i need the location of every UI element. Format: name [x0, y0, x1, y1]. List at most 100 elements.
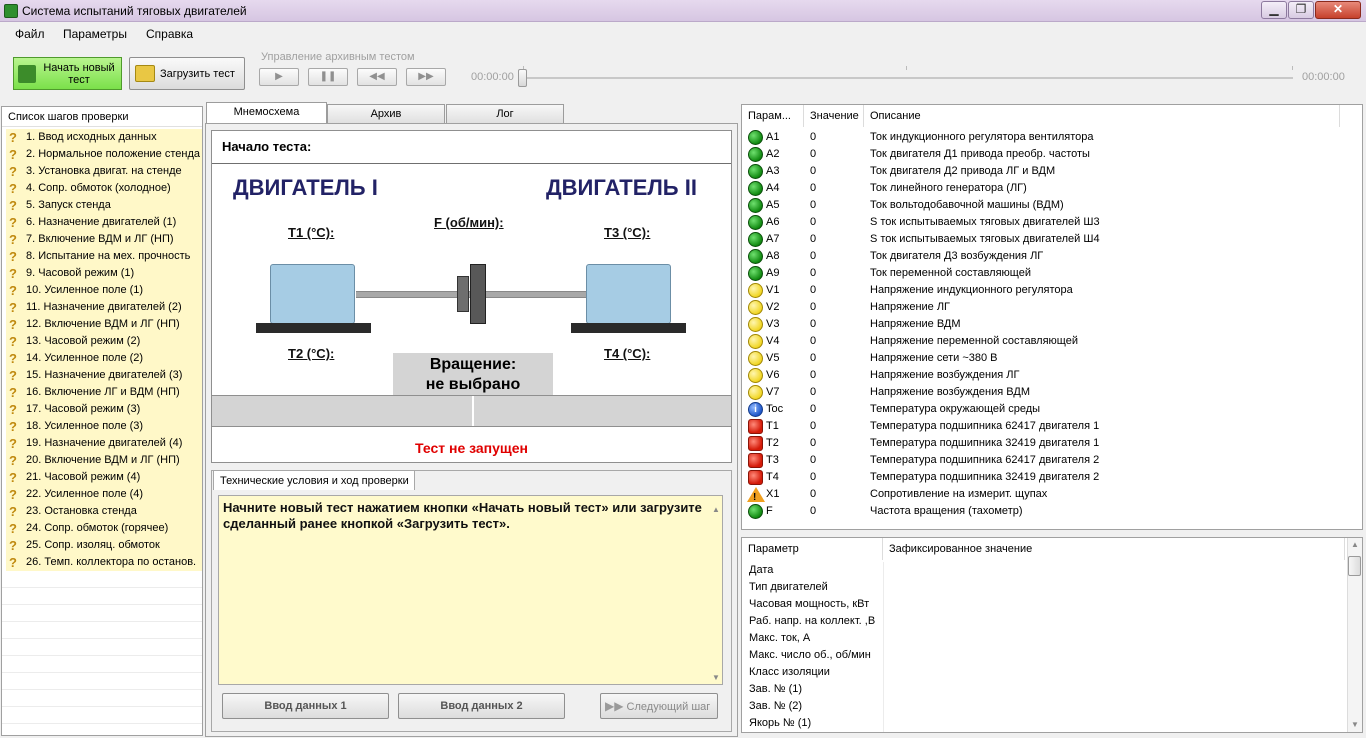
step-item[interactable]: ? 11. Назначение двигателей (2)	[6, 299, 202, 316]
param-row[interactable]: A7 0 S ток испытываемых тяговых двигателей…	[742, 231, 1340, 248]
param-row[interactable]: V5 0 Напряжение сети ~380 В	[742, 350, 1340, 367]
menu-bar: Файл Параметры Справка	[0, 22, 1366, 44]
step-item[interactable]: ? 6. Назначение двигателей (1)	[6, 214, 202, 231]
param-row[interactable]: V7 0 Напряжение возбуждения ВДМ	[742, 384, 1340, 401]
yellow-status-icon	[748, 300, 763, 315]
step-item[interactable]: ? 12. Включение ВДМ и ЛГ (НП)	[6, 316, 202, 333]
load-test-button[interactable]: Загрузить тест	[129, 57, 245, 90]
param-row[interactable]: A9 0 Ток переменной составляющей	[742, 265, 1340, 282]
fixed-row[interactable]: Дата	[742, 562, 1345, 579]
param-row[interactable]: A6 0 S ток испытываемых тяговых двигателей…	[742, 214, 1340, 231]
data-entry-2-button[interactable]: Ввод данных 2	[398, 693, 565, 719]
param-row[interactable]: F 0 Частота вращения (тахометр)	[742, 503, 1340, 520]
param-name: V2	[766, 301, 780, 313]
scroll-down-icon[interactable]: ▼	[1351, 720, 1359, 729]
tab-archive[interactable]: Архив	[327, 104, 445, 123]
step-item[interactable]: ? 26. Темп. коллектора по останов.	[6, 554, 202, 571]
minimize-button[interactable]: ▁	[1261, 1, 1287, 19]
step-item[interactable]: ? 22. Усиленное поле (4)	[6, 486, 202, 503]
param-row[interactable]: T3 0 Температура подшипника 62417 двигател…	[742, 452, 1340, 469]
step-item[interactable]: ? 4. Сопр. обмоток (холодное)	[6, 180, 202, 197]
step-item[interactable]: ? 17. Часовой режим (3)	[6, 401, 202, 418]
menu-file[interactable]: Файл	[15, 27, 45, 41]
param-row[interactable]: V4 0 Напряжение переменной составляющей	[742, 333, 1340, 350]
menu-parameters[interactable]: Параметры	[63, 27, 127, 41]
params-body: A1 0 Ток индукционного регулятора вентилят…	[742, 105, 1362, 529]
param-row[interactable]: V6 0 Напряжение возбуждения ЛГ	[742, 367, 1340, 384]
forward-button[interactable]: ▶▶	[406, 68, 446, 86]
param-row[interactable]: V2 0 Напряжение ЛГ	[742, 299, 1340, 316]
archive-slider-thumb[interactable]	[518, 69, 527, 87]
data-entry-1-button[interactable]: Ввод данных 1	[222, 693, 389, 719]
next-step-button[interactable]: ▶▶ Следующий шаг	[600, 693, 718, 719]
fixed-row[interactable]: Макс. ток, А	[742, 630, 1345, 647]
param-value: 0	[810, 386, 817, 398]
fixed-row[interactable]: Якорь № (1)	[742, 715, 1345, 732]
step-item[interactable]: ? 19. Назначение двигателей (4)	[6, 435, 202, 452]
step-item[interactable]: ? 25. Сопр. изоляц. обмоток	[6, 537, 202, 554]
cell-divider	[883, 613, 884, 630]
step-item[interactable]: ? 10. Усиленное поле (1)	[6, 282, 202, 299]
step-item[interactable]: ? 3. Установка двигат. на стенде	[6, 163, 202, 180]
step-item[interactable]: ? 14. Усиленное поле (2)	[6, 350, 202, 367]
param-row[interactable]: A8 0 Ток двигателя Д3 возбуждения ЛГ	[742, 248, 1340, 265]
scroll-up-icon[interactable]: ▲	[712, 502, 720, 518]
scroll-thumb[interactable]	[1348, 556, 1361, 576]
scroll-down-icon[interactable]: ▼	[712, 670, 720, 686]
step-label: 2. Нормальное положение стенда	[26, 148, 200, 160]
param-row[interactable]: A5 0 Ток вольтодобавочной машины (ВДМ)	[742, 197, 1340, 214]
tech-tab[interactable]: Технические условия и ход проверки	[213, 470, 415, 490]
param-row[interactable]: V3 0 Напряжение ВДМ	[742, 316, 1340, 333]
fixed-row[interactable]: Зав. № (2)	[742, 698, 1345, 715]
rewind-button[interactable]: ◀◀	[357, 68, 397, 86]
fixed-row[interactable]: Тип двигателей	[742, 579, 1345, 596]
new-test-button[interactable]: Начать новый тест	[13, 57, 122, 90]
red-alarm-icon	[748, 419, 763, 434]
step-item[interactable]: ? 23. Остановка стенда	[6, 503, 202, 520]
param-row[interactable]: V1 0 Напряжение индукционного регулятора	[742, 282, 1340, 299]
param-value: 0	[810, 471, 817, 483]
step-item[interactable]: ? 9. Часовой режим (1)	[6, 265, 202, 282]
param-row[interactable]: i Toc 0 Температура окружающей среды	[742, 401, 1340, 418]
step-item[interactable]: ? 1. Ввод исходных данных	[6, 129, 202, 146]
tab-mnemo[interactable]: Мнемосхема	[206, 102, 327, 123]
param-row[interactable]: A2 0 Ток двигателя Д1 привода преобр. част…	[742, 146, 1340, 163]
play-button[interactable]: ▶	[259, 68, 299, 86]
pause-button[interactable]: ❚❚	[308, 68, 348, 86]
cell-divider	[883, 562, 884, 579]
step-item[interactable]: ? 5. Запуск стенда	[6, 197, 202, 214]
step-item[interactable]: ? 16. Включение ЛГ и ВДМ (НП)	[6, 384, 202, 401]
param-row[interactable]: T1 0 Температура подшипника 62417 двигател…	[742, 418, 1340, 435]
menu-help[interactable]: Справка	[146, 27, 193, 41]
step-item[interactable]: ? 21. Часовой режим (4)	[6, 469, 202, 486]
fixed-row[interactable]: Класс изоляции	[742, 664, 1345, 681]
step-item[interactable]: ? 7. Включение ВДМ и ЛГ (НП)	[6, 231, 202, 248]
green-status-icon	[748, 232, 763, 247]
step-item[interactable]: ? 24. Сопр. обмоток (горячее)	[6, 520, 202, 537]
param-row[interactable]: A1 0 Ток индукционного регулятора вентилят…	[742, 129, 1340, 146]
fixed-row[interactable]: Макс. число об., об/мин	[742, 647, 1345, 664]
archive-slider-track[interactable]	[523, 77, 1293, 79]
step-item[interactable]: ? 15. Назначение двигателей (3)	[6, 367, 202, 384]
param-row[interactable]: T2 0 Температура подшипника 32419 двигател…	[742, 435, 1340, 452]
fixed-row[interactable]: Раб. напр. на коллект. ,В	[742, 613, 1345, 630]
param-row[interactable]: A3 0 Ток двигателя Д2 привода ЛГ и ВДМ	[742, 163, 1340, 180]
param-name: V7	[766, 386, 780, 398]
step-item[interactable]: ? 2. Нормальное положение стенда	[6, 146, 202, 163]
close-button[interactable]: ✕	[1315, 1, 1361, 19]
step-item[interactable]: ? 20. Включение ВДМ и ЛГ (НП)	[6, 452, 202, 469]
param-row[interactable]: ! X1 0 Сопротивление на измерит. щупах	[742, 486, 1340, 503]
maximize-button[interactable]: ❐	[1288, 1, 1314, 19]
param-value: 0	[810, 318, 817, 330]
step-item[interactable]: ? 8. Испытание на мех. прочность	[6, 248, 202, 265]
param-row[interactable]: A4 0 Ток линейного генератора (ЛГ)	[742, 180, 1340, 197]
step-label: 24. Сопр. обмоток (горячее)	[26, 522, 169, 534]
fixed-row[interactable]: Зав. № (1)	[742, 681, 1345, 698]
param-row[interactable]: T4 0 Температура подшипника 32419 двигател…	[742, 469, 1340, 486]
tab-log[interactable]: Лог	[446, 104, 564, 123]
fixed-row[interactable]: Часовая мощность, кВт	[742, 596, 1345, 613]
step-item[interactable]: ? 18. Усиленное поле (3)	[6, 418, 202, 435]
step-item[interactable]: ? 13. Часовой режим (2)	[6, 333, 202, 350]
param-desc: Сопротивление на измерит. щупах	[870, 488, 1048, 500]
scroll-up-icon[interactable]: ▲	[1351, 540, 1359, 549]
